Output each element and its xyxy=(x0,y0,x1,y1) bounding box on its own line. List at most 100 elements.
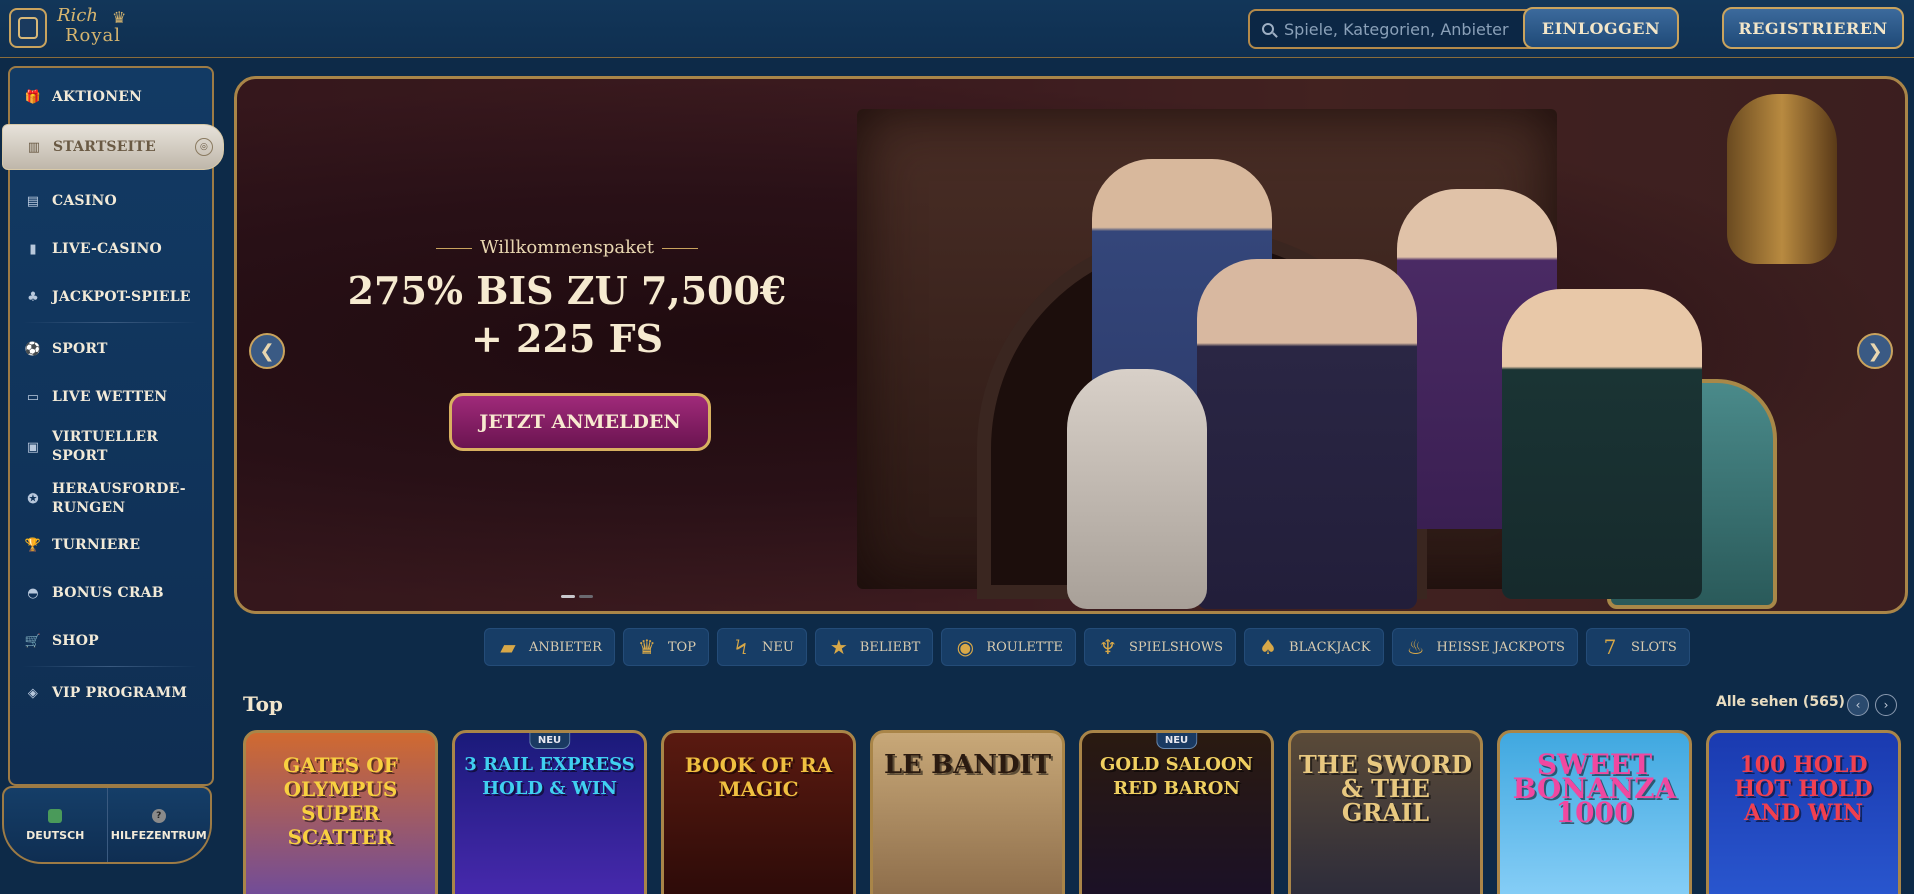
sidebar-item-virtueller-sport[interactable]: ▣ VIRTUELLER SPORT xyxy=(10,424,212,470)
book-icon: ▰ xyxy=(500,635,516,659)
top-header: Rich Royal ♛ EINLOGGEN REGISTRIEREN xyxy=(0,0,1914,58)
game-card[interactable]: GATES OF OLYMPUS SUPER SCATTER xyxy=(243,730,438,894)
search-box[interactable] xyxy=(1248,9,1546,49)
basket-icon: 🛒 xyxy=(24,633,42,649)
star-icon: ★ xyxy=(829,635,848,659)
category-label: NEU xyxy=(761,639,794,655)
game-card[interactable]: BOOK OF RA MAGIC xyxy=(661,730,856,894)
category-beliebt[interactable]: ★ BELIEBT xyxy=(814,628,934,666)
new-badge: NEU xyxy=(528,733,571,749)
category-label: ROULETTE xyxy=(986,639,1063,655)
pagination-dot[interactable] xyxy=(561,595,575,598)
lightning-icon: ϟ xyxy=(735,635,747,659)
banner-blonde-woman-art xyxy=(1502,289,1702,599)
sidebar-item-herausforderungen[interactable]: ✪ HERAUSFORDE-RUNGEN xyxy=(10,476,212,522)
sidebar-item-vip-programm[interactable]: ◈ VIP PROGRAMM xyxy=(10,670,212,716)
sidebar-item-label: JACKPOT-SPIELE xyxy=(52,288,191,305)
cards-icon: ♠ xyxy=(1259,635,1277,659)
logo-line-2: Royal xyxy=(65,25,122,46)
promo-title-line-1: 275% BIS ZU 7,500€ xyxy=(347,268,787,313)
diamond-icon: ◈ xyxy=(27,685,39,701)
register-button[interactable]: REGISTRIEREN xyxy=(1722,7,1904,49)
home-icon: ▥ xyxy=(27,139,41,155)
category-anbieter[interactable]: ▰ ANBIETER xyxy=(484,628,615,666)
gift-icon: 🎁 xyxy=(24,89,42,105)
banner-prev-arrow-icon[interactable]: ❮ xyxy=(249,333,285,369)
slot-machine-icon: ▤ xyxy=(26,193,40,209)
game-title: SWEET BONANZA 1000 xyxy=(1512,748,1677,829)
carousel-prev-icon[interactable]: ‹ xyxy=(1847,694,1869,716)
sidebar-item-turniere[interactable]: 🏆 TURNIERE xyxy=(10,522,212,568)
sidebar-item-sport[interactable]: ⚽ SPORT xyxy=(10,326,212,372)
category-label: TOP xyxy=(667,639,696,655)
see-all-link[interactable]: Alle sehen (565) xyxy=(1716,694,1845,710)
banner-vase-art xyxy=(1727,94,1837,264)
banner-pagination xyxy=(561,595,593,598)
banner-old-man-art xyxy=(1197,259,1417,609)
new-badge: NEU xyxy=(1155,733,1198,749)
category-blackjack[interactable]: ♠ BLACKJACK xyxy=(1244,628,1384,666)
banner-dog-art xyxy=(1067,369,1207,609)
search-icon xyxy=(1262,23,1274,35)
logo-icon[interactable] xyxy=(9,8,47,48)
microphone-icon: ♆ xyxy=(1098,635,1117,659)
category-slots[interactable]: 7 SLOTS xyxy=(1585,628,1690,666)
category-roulette[interactable]: ◉ ROULETTE xyxy=(941,628,1076,666)
carousel-next-icon[interactable]: › xyxy=(1875,694,1897,716)
language-label: DEUTSCH xyxy=(26,828,85,842)
game-card[interactable]: NEU GOLD SALOON RED BARON xyxy=(1079,730,1274,894)
help-label: HILFEZENTRUM xyxy=(110,828,207,842)
help-center-link[interactable]: ? HILFEZENTRUM xyxy=(106,788,211,862)
sidebar-item-live-casino[interactable]: ▮ LIVE-CASINO xyxy=(10,226,212,272)
game-title: THE SWORD & THE GRAIL xyxy=(1298,750,1473,827)
search-input[interactable] xyxy=(1284,19,1534,39)
language-selector[interactable]: DEUTSCH xyxy=(4,788,107,862)
game-card[interactable]: 100 HOLD HOT HOLD AND WIN xyxy=(1706,730,1901,894)
live-icon: ▭ xyxy=(26,389,40,405)
category-label: ANBIETER xyxy=(529,639,602,655)
ball-icon: ⚽ xyxy=(24,341,42,357)
roulette-icon: ◉ xyxy=(956,635,975,659)
sidebar: 🎁 AKTIONEN ▥ STARTSEITE ◎ ▤ CASINO ▮ LIV… xyxy=(2,66,224,786)
game-card[interactable]: LE BANDIT xyxy=(870,730,1065,894)
medal-icon: ✪ xyxy=(27,491,39,507)
seven-icon: 7 xyxy=(1603,635,1617,659)
sidebar-item-label: VIRTUELLER SPORT xyxy=(52,429,159,464)
sidebar-item-startseite[interactable]: ▥ STARTSEITE ◎ xyxy=(2,124,224,170)
login-button[interactable]: EINLOGGEN xyxy=(1523,7,1679,49)
sidebar-item-aktionen[interactable]: 🎁 AKTIONEN xyxy=(10,74,212,120)
sidebar-item-label: HERAUSFORDE-RUNGEN xyxy=(52,481,186,516)
sidebar-item-shop[interactable]: 🛒 SHOP xyxy=(10,618,212,664)
signup-cta-button[interactable]: JETZT ANMELDEN xyxy=(449,393,711,451)
monitor-icon: ▣ xyxy=(26,439,40,455)
promo-title: 275% BIS ZU 7,500€ + 225 FS xyxy=(337,267,797,363)
sidebar-item-bonus-crab[interactable]: ◓ BONUS CRAB xyxy=(10,570,212,616)
game-title: GOLD SALOON RED BARON xyxy=(1099,754,1254,799)
category-neu[interactable]: ϟ NEU xyxy=(716,628,807,666)
hero-banner[interactable]: Willkommenspaket 275% BIS ZU 7,500€ + 22… xyxy=(234,76,1908,614)
badge-icon: ◎ xyxy=(195,138,213,156)
category-heisse-jackpots[interactable]: ♨ HEISSE JACKPOTS xyxy=(1391,628,1578,666)
sidebar-item-jackpot-spiele[interactable]: ♣ JACKPOT-SPIELE xyxy=(10,274,212,320)
game-card[interactable]: SWEET BONANZA 1000 xyxy=(1497,730,1692,894)
crown-icon: ♛ xyxy=(637,635,656,659)
sidebar-item-label: SPORT xyxy=(52,340,108,357)
pagination-dot[interactable] xyxy=(579,595,593,598)
category-label: HEISSE JACKPOTS xyxy=(1436,639,1565,655)
game-title: 100 HOLD HOT HOLD AND WIN xyxy=(1734,752,1873,826)
logo-text[interactable]: Rich Royal xyxy=(57,6,147,50)
category-spielshows[interactable]: ♆ SPIELSHOWS xyxy=(1083,628,1237,666)
game-card[interactable]: NEU 3 RAIL EXPRESS HOLD & WIN xyxy=(452,730,647,894)
promo-subtitle: Willkommenspaket xyxy=(397,237,737,258)
promo-title-line-2: + 225 FS xyxy=(470,316,664,361)
sidebar-item-label: LIVE-CASINO xyxy=(52,240,162,257)
sidebar-item-live-wetten[interactable]: ▭ LIVE WETTEN xyxy=(10,374,212,420)
sidebar-item-casino[interactable]: ▤ CASINO xyxy=(10,178,212,224)
help-icon: ? xyxy=(151,808,166,823)
game-card[interactable]: THE SWORD & THE GRAIL xyxy=(1288,730,1483,894)
banner-next-arrow-icon[interactable]: ❯ xyxy=(1857,333,1893,369)
cards-icon: ▮ xyxy=(29,241,37,257)
category-top[interactable]: ♛ TOP xyxy=(622,628,709,666)
section-title: Top xyxy=(243,692,283,716)
game-title: 3 RAIL EXPRESS HOLD & WIN xyxy=(464,754,635,799)
